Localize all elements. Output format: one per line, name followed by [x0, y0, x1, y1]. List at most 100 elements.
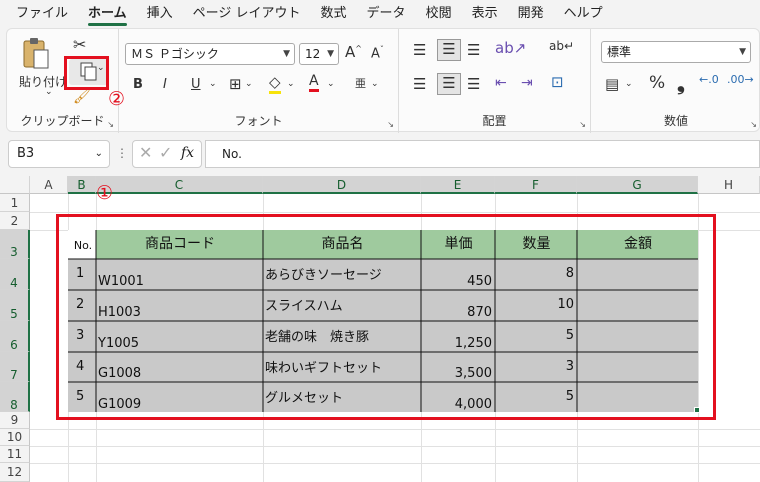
tab-file[interactable]: ファイル — [6, 0, 78, 28]
tab-help[interactable]: ヘルプ — [554, 0, 613, 28]
comma-style-button[interactable]: ❟ — [677, 71, 685, 95]
increase-indent-icon[interactable]: ⇥ — [521, 75, 533, 91]
column-header-b[interactable]: B — [68, 176, 96, 194]
row-header-9[interactable]: 9 — [0, 412, 30, 429]
font-group: ＭＳ Ｐゴシック ▼ 12 ▼ A^ Aˇ B I U ⌄ ⊞ ⌄ ◇ ⌄ A ⌄ … — [119, 29, 399, 133]
row-header-6[interactable]: 6 — [0, 321, 30, 352]
tab-data[interactable]: データ — [357, 0, 416, 28]
formula-input[interactable]: No. — [205, 140, 760, 168]
align-bottom-icon[interactable]: ☰ — [467, 41, 480, 59]
cut-icon[interactable]: ✂ — [73, 35, 86, 54]
tab-home[interactable]: ホーム — [78, 0, 137, 28]
table-highlight — [56, 214, 716, 420]
column-header-d[interactable]: D — [263, 176, 421, 194]
tab-formulas[interactable]: 数式 — [311, 0, 357, 28]
font-color-icon[interactable]: A — [309, 73, 319, 92]
gridline — [30, 463, 760, 464]
tab-page-layout[interactable]: ページ レイアウト — [183, 0, 311, 28]
column-header-g[interactable]: G — [577, 176, 698, 194]
insert-function-icon[interactable]: fx — [181, 145, 194, 161]
align-top-icon[interactable]: ☰ — [413, 41, 426, 59]
column-header-a[interactable]: A — [30, 176, 68, 194]
row-header-10[interactable]: 10 — [0, 429, 30, 446]
merge-center-icon[interactable]: ⊡ — [551, 73, 564, 91]
name-box[interactable]: B3 ⌄ — [8, 140, 110, 168]
column-header-e[interactable]: E — [421, 176, 495, 194]
fill-color-icon[interactable]: ◇ — [269, 73, 281, 94]
font-size-select[interactable]: 12 ▼ — [299, 43, 339, 65]
fill-dropdown-icon[interactable]: ⌄ — [287, 79, 295, 89]
align-left-icon[interactable]: ☰ — [413, 75, 426, 93]
tab-developer[interactable]: 開発 — [508, 0, 554, 28]
row-header-8[interactable]: 8 — [0, 382, 30, 412]
border-icon[interactable]: ⊞ — [229, 75, 242, 93]
align-center-icon[interactable]: ☰ — [437, 73, 461, 95]
tab-insert[interactable]: 挿入 — [137, 0, 183, 28]
phonetic-icon[interactable]: 亜 — [355, 75, 366, 91]
column-header-h[interactable]: H — [698, 176, 760, 194]
dialog-launcher-icon[interactable]: ↘ — [579, 120, 586, 129]
align-middle-icon[interactable]: ☰ — [437, 39, 461, 61]
font-size-value: 12 — [305, 47, 321, 61]
number-group-label: 数値 — [663, 114, 688, 128]
column-header-f[interactable]: F — [495, 176, 577, 194]
grow-font-button[interactable]: A^ — [345, 43, 362, 61]
gridline — [30, 212, 760, 213]
row-header-2[interactable]: 2 — [0, 212, 30, 230]
column-header-c[interactable]: C — [96, 176, 263, 194]
annotation-marker-2: ② — [108, 88, 126, 110]
paste-button[interactable] — [19, 37, 53, 75]
underline-button[interactable]: U — [191, 77, 201, 92]
phonetic-dropdown-icon[interactable]: ⌄ — [371, 79, 379, 89]
tab-view[interactable]: 表示 — [462, 0, 508, 28]
font-group-label: フォント — [234, 114, 283, 128]
paste-label: 貼り付け — [18, 75, 67, 89]
row-header-1[interactable]: 1 — [0, 194, 30, 212]
wrap-text-icon[interactable]: ab↵ — [549, 39, 574, 53]
percent-style-button[interactable]: % — [649, 73, 665, 93]
dialog-launcher-icon[interactable]: ↘ — [107, 120, 114, 129]
number-group: 標準 ▼ ▤ ⌄ % ❟ ←.0 .00→ 数値 ↘ — [591, 29, 760, 133]
accounting-dropdown-icon[interactable]: ⌄ — [625, 79, 633, 89]
shrink-font-button[interactable]: Aˇ — [371, 45, 384, 61]
chevron-down-icon[interactable]: ⌄ — [95, 141, 103, 167]
align-right-icon[interactable]: ☰ — [467, 75, 480, 93]
row-header-12[interactable]: 12 — [0, 463, 30, 482]
row-header-5[interactable]: 5 — [0, 290, 30, 321]
formula-bar: B3 ⌄ ⋮ ✕ ✓ fx No. — [0, 138, 760, 170]
font-color-dropdown-icon[interactable]: ⌄ — [327, 79, 335, 89]
decrease-decimal-icon[interactable]: .00→ — [727, 73, 754, 86]
border-dropdown-icon[interactable]: ⌄ — [245, 79, 253, 89]
orientation-icon[interactable]: ab↗ — [495, 39, 526, 57]
select-all-corner[interactable] — [0, 176, 30, 194]
more-options-icon[interactable]: ⋮ — [116, 146, 128, 160]
bold-button[interactable]: B — [133, 77, 143, 92]
increase-decimal-icon[interactable]: ←.0 — [699, 73, 719, 86]
formula-controls: ✕ ✓ fx — [132, 140, 202, 168]
format-painter-icon[interactable]: 🖌 — [73, 89, 91, 105]
dialog-launcher-icon[interactable]: ↘ — [750, 120, 757, 129]
ribbon-tabs: ファイル ホーム 挿入 ページ レイアウト 数式 データ 校閲 表示 開発 ヘル… — [0, 0, 760, 28]
underline-dropdown-icon[interactable]: ⌄ — [209, 79, 217, 89]
tab-review[interactable]: 校閲 — [416, 0, 462, 28]
row-header-11[interactable]: 11 — [0, 446, 30, 463]
dialog-launcher-icon[interactable]: ↘ — [387, 120, 394, 129]
number-format-value: 標準 — [607, 45, 632, 59]
italic-button[interactable]: I — [163, 77, 167, 92]
chevron-down-icon[interactable]: ⌄ — [45, 87, 53, 97]
paste-icon — [23, 38, 49, 69]
accounting-format-icon[interactable]: ▤ — [605, 75, 619, 93]
decrease-indent-icon[interactable]: ⇤ — [495, 75, 507, 91]
font-name-select[interactable]: ＭＳ Ｐゴシック ▼ — [125, 43, 295, 65]
alignment-group: ☰ ☰ ☰ ab↗ ab↵ ☰ ☰ ☰ ⇤ ⇥ ⊡ 配置 ↘ — [399, 29, 591, 133]
row-header-4[interactable]: 4 — [0, 259, 30, 290]
cancel-icon[interactable]: ✕ — [139, 143, 152, 162]
gridline — [30, 446, 760, 447]
row-header-3[interactable]: 3 — [0, 230, 30, 259]
worksheet-grid[interactable]: A B C D E F G H 1 2 3 4 5 6 7 8 9 10 11 … — [0, 176, 760, 482]
clipboard-group-label: クリップボード — [20, 114, 105, 128]
number-format-select[interactable]: 標準 ▼ — [601, 41, 751, 63]
alignment-group-label: 配置 — [482, 114, 507, 128]
row-header-7[interactable]: 7 — [0, 352, 30, 382]
enter-icon[interactable]: ✓ — [159, 143, 172, 162]
